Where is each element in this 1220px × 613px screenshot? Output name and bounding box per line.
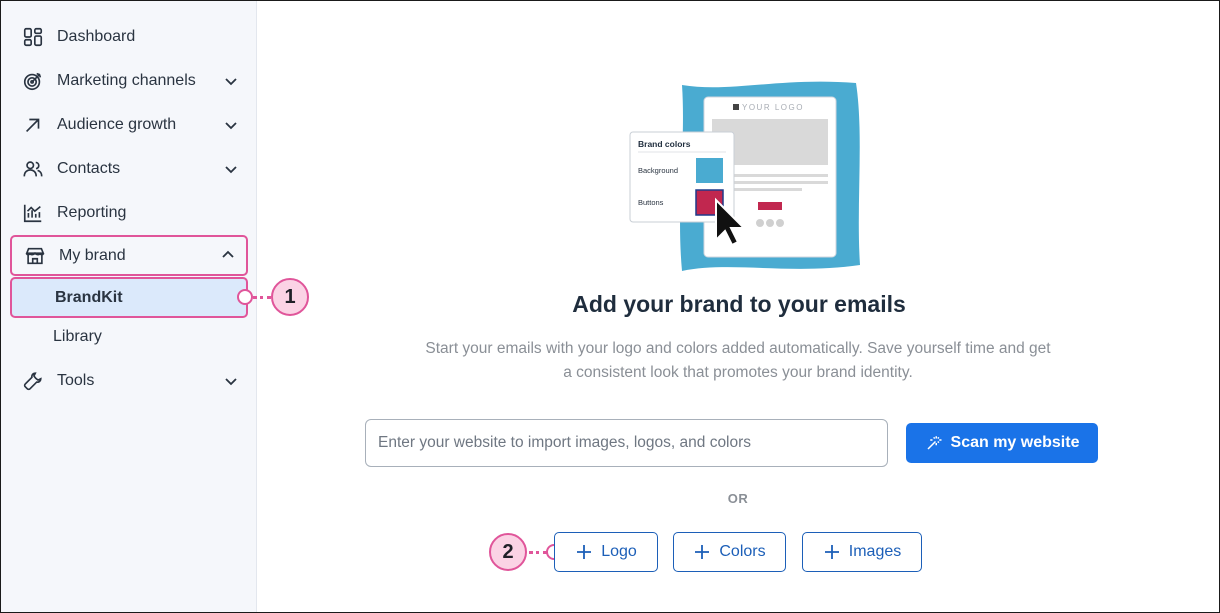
background-swatch (696, 158, 723, 183)
add-colors-button[interactable]: Colors (673, 532, 786, 572)
sidebar-item-my-brand[interactable]: My brand (10, 235, 248, 276)
sidebar-item-label: Reporting (57, 204, 127, 221)
add-colors-label: Colors (719, 543, 766, 560)
background-label: Background (638, 166, 678, 175)
sidebar-item-label: Tools (57, 372, 95, 389)
or-divider: OR (727, 491, 749, 506)
scan-website-button[interactable]: Scan my website (906, 423, 1098, 463)
page-title: Add your brand to your emails (572, 291, 906, 317)
arrow-up-right-icon (21, 113, 45, 137)
buttons-label: Buttons (638, 198, 664, 207)
callout-connector-dot (237, 289, 253, 305)
sidebar-item-label: My brand (59, 246, 126, 264)
sidebar-item-library[interactable]: Library (13, 318, 249, 356)
dashboard-icon (21, 25, 45, 49)
chevron-down-icon[interactable] (223, 373, 239, 389)
chevron-up-icon[interactable] (220, 247, 236, 263)
sidebar-item-reporting[interactable]: Reporting (13, 193, 249, 233)
panel-title: Brand colors (638, 139, 691, 149)
add-logo-button[interactable]: Logo (554, 532, 658, 572)
page-description: Start your emails with your logo and col… (425, 340, 1051, 381)
magic-wand-icon (926, 436, 942, 450)
sidebar-item-contacts[interactable]: Contacts (13, 149, 249, 189)
sidebar-item-label: BrandKit (55, 288, 123, 306)
website-url-input[interactable] (365, 419, 888, 467)
sidebar-item-tools[interactable]: Tools (13, 361, 249, 401)
sidebar: Dashboard Marketing channels Audience gr… (1, 1, 257, 612)
sidebar-item-marketing-channels[interactable]: Marketing channels (13, 61, 249, 101)
logo-text: YOUR LOGO (742, 103, 804, 112)
logo-mark (733, 104, 739, 110)
wrench-icon (21, 369, 45, 393)
add-logo-label: Logo (601, 543, 637, 560)
chevron-down-icon[interactable] (223, 117, 239, 133)
sidebar-item-label: Contacts (57, 160, 121, 177)
callout-badge-2: 2 (489, 533, 527, 571)
add-images-button[interactable]: Images (802, 532, 922, 572)
chevron-down-icon[interactable] (223, 161, 239, 177)
add-images-label: Images (848, 543, 902, 560)
storefront-icon (23, 244, 47, 268)
plus-icon (577, 545, 592, 559)
chart-icon (21, 201, 45, 225)
sidebar-item-label: Marketing channels (57, 72, 196, 89)
plus-icon (695, 545, 710, 559)
plus-icon (824, 545, 839, 559)
sidebar-item-label: Audience growth (57, 116, 177, 133)
scan-website-label: Scan my website (950, 434, 1080, 451)
chevron-down-icon[interactable] (223, 73, 239, 89)
callout-connector-line (529, 551, 547, 554)
sidebar-item-brandkit[interactable]: BrandKit (10, 277, 248, 318)
sidebar-item-label: Dashboard (57, 28, 136, 45)
target-icon (21, 69, 45, 93)
sidebar-item-dashboard[interactable]: Dashboard (13, 17, 249, 57)
brand-illustration: YOUR LOGO Brand colors Background Button… (629, 81, 860, 271)
users-icon (21, 157, 45, 181)
sidebar-item-audience-growth[interactable]: Audience growth (13, 105, 249, 145)
sidebar-item-label: Library (53, 328, 102, 345)
